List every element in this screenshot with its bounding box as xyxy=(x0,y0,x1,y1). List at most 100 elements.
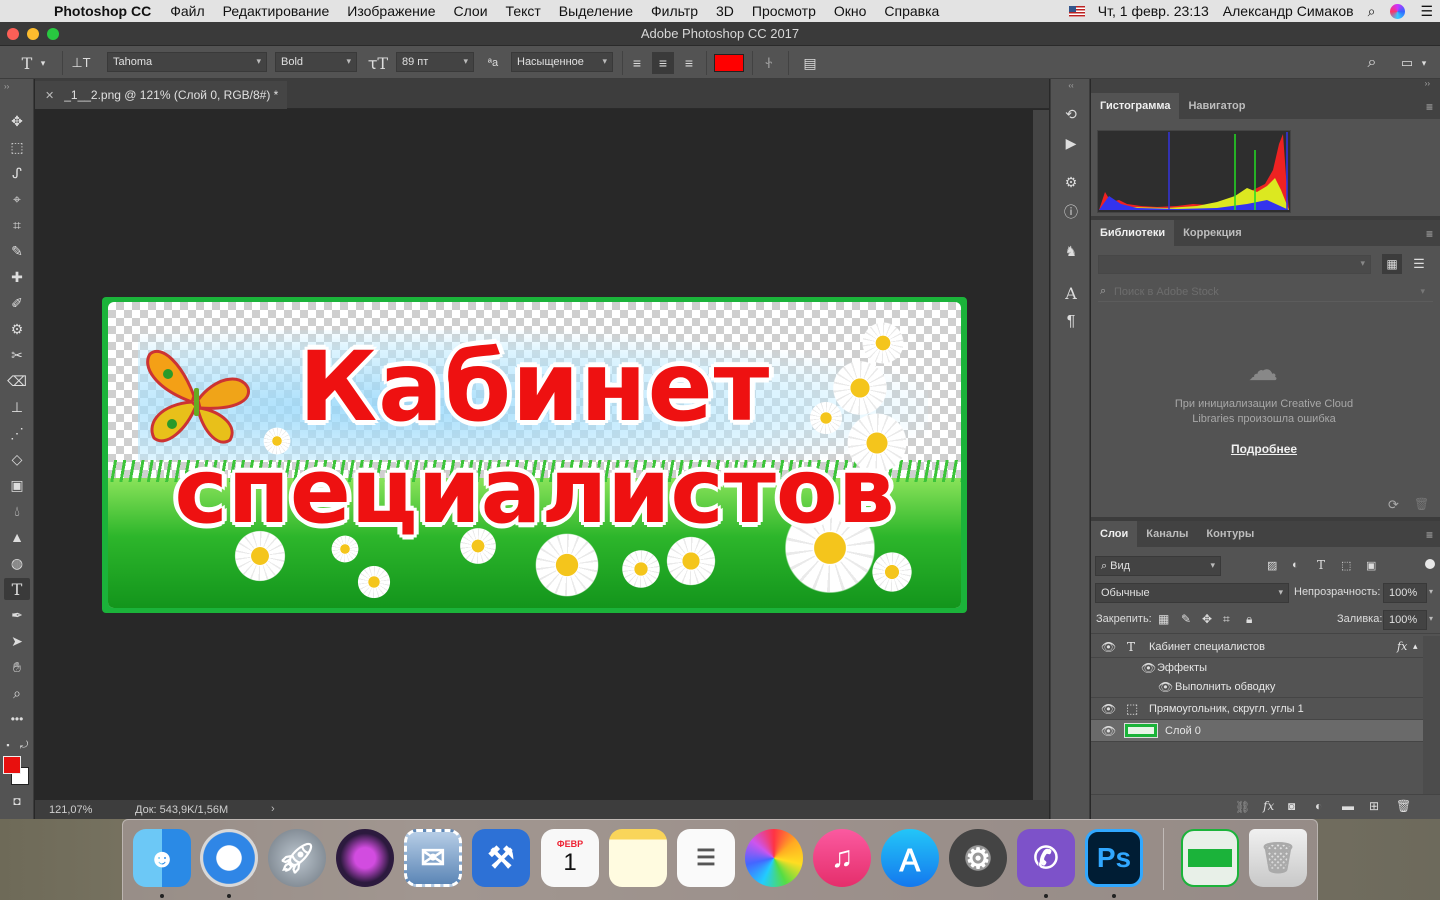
lock-all-icon[interactable]: 🔒︎ xyxy=(1246,612,1252,627)
layer-name[interactable]: Прямоугольник, скругл. углы 1 xyxy=(1149,703,1304,715)
menu-help[interactable]: Справка xyxy=(875,3,948,19)
minimize-window-button[interactable] xyxy=(27,28,39,40)
hand-tool-icon[interactable]: ✋︎ xyxy=(4,656,30,678)
layer-row-shape[interactable]: 👁︎ ⬚ Прямоугольник, скругл. углы 1 xyxy=(1091,698,1423,720)
smart-object-filter-icon[interactable]: ▣ xyxy=(1366,559,1376,572)
path-select-tool-icon[interactable]: ➤ xyxy=(4,630,30,652)
sponge-tool-icon[interactable]: ◍ xyxy=(4,552,30,574)
zoom-tool-icon[interactable]: ⌕ xyxy=(4,682,30,704)
collapse-arrows-icon[interactable]: ›› xyxy=(4,81,30,91)
layer-name[interactable]: Слой 0 xyxy=(1165,725,1201,737)
document-info[interactable]: Док: 543,9K/1,56M xyxy=(135,804,228,816)
visibility-eye-icon[interactable]: 👁︎ xyxy=(1141,661,1156,675)
calendar-icon[interactable]: ФЕВР 1 xyxy=(541,829,599,887)
launchpad-icon[interactable]: 🚀︎ xyxy=(268,829,326,887)
align-left-icon[interactable]: ≡ xyxy=(626,52,648,74)
lock-artboard-icon[interactable]: ⌗ xyxy=(1223,612,1230,627)
clone-source-panel-icon[interactable]: ♞ xyxy=(1060,240,1082,262)
zoom-window-button[interactable] xyxy=(47,28,59,40)
siri-icon[interactable] xyxy=(1390,3,1406,19)
antialias-select[interactable]: Насыщенное ▾ xyxy=(511,52,613,72)
add-style-icon[interactable]: fx xyxy=(1263,799,1274,813)
character-panel-icon[interactable]: A xyxy=(1060,282,1082,304)
visibility-eye-icon[interactable]: 👁︎ xyxy=(1158,680,1173,694)
eraser-icon[interactable]: ◇ xyxy=(4,448,30,470)
type-tool-preset-icon[interactable]: T xyxy=(16,52,38,74)
add-mask-icon[interactable]: ◙ xyxy=(1288,799,1295,813)
layers-scrollbar[interactable] xyxy=(1423,636,1440,796)
link-layers-icon[interactable]: ⛓︎ xyxy=(1235,800,1250,814)
panel-menu-icon[interactable]: ≡ xyxy=(1426,100,1433,114)
adjustment-layer-icon[interactable]: ◐ xyxy=(1315,799,1322,813)
layer-row-text[interactable]: 👁︎ T Кабинет специалистов fx ▴ xyxy=(1091,636,1423,658)
art-history-brush-icon[interactable]: ⋰ xyxy=(4,422,30,444)
chevron-down-icon[interactable]: ▾ xyxy=(1429,587,1433,596)
collapse-arrows-icon[interactable]: ›› xyxy=(1425,79,1430,88)
notification-center-icon[interactable]: ☰ xyxy=(1413,3,1440,20)
new-group-icon[interactable]: ▬ xyxy=(1342,799,1354,813)
tab-histogram[interactable]: Гистограмма xyxy=(1091,93,1180,119)
menu-window[interactable]: Окно xyxy=(825,3,876,19)
layer-name[interactable]: Кабинет специалистов xyxy=(1149,641,1265,653)
opacity-input[interactable]: 100% xyxy=(1383,583,1427,603)
menu-3d[interactable]: 3D xyxy=(707,3,743,19)
info-panel-icon[interactable]: ⓘ xyxy=(1060,201,1082,223)
default-colors-icon[interactable]: ▪ xyxy=(2,734,14,756)
sharpen-tool-icon[interactable]: ▲ xyxy=(4,526,30,548)
text-color-swatch[interactable] xyxy=(714,54,744,72)
delete-layer-icon[interactable]: 🗑︎ xyxy=(1396,799,1411,813)
input-source-flag-icon[interactable] xyxy=(1068,5,1085,17)
align-center-icon[interactable]: ≡ xyxy=(652,52,674,74)
app-menu[interactable]: Photoshop CC xyxy=(42,3,161,19)
menu-image[interactable]: Изображение xyxy=(338,3,444,19)
lasso-tool-icon[interactable]: ᔑ xyxy=(4,162,30,184)
properties-panel-icon[interactable]: ⚙ xyxy=(1060,171,1082,193)
move-tool-icon[interactable]: ✥ xyxy=(4,110,30,132)
siri-icon[interactable] xyxy=(336,829,394,887)
character-panel-icon[interactable]: ▤ xyxy=(799,52,821,74)
zoom-level[interactable]: 121,07% xyxy=(49,804,92,816)
tab-layers[interactable]: Слои xyxy=(1091,521,1138,547)
fill-input[interactable]: 100% xyxy=(1383,610,1427,630)
more-tools-icon[interactable]: ••• xyxy=(4,708,30,730)
lock-position-icon[interactable]: ✥ xyxy=(1202,612,1212,626)
collapse-arrows-icon[interactable]: ‹‹ xyxy=(1060,79,1082,91)
tab-libraries[interactable]: Библиотеки xyxy=(1091,220,1175,246)
chevron-down-icon[interactable]: ▾ xyxy=(1429,614,1433,623)
library-select[interactable]: ▾ xyxy=(1098,255,1371,274)
document-artwork[interactable]: Кабинет специалистов xyxy=(102,297,967,613)
tab-navigator[interactable]: Навигатор xyxy=(1179,93,1254,119)
lock-transparency-icon[interactable]: ▦ xyxy=(1158,612,1169,626)
align-right-icon[interactable]: ≡ xyxy=(678,52,700,74)
menu-text[interactable]: Текст xyxy=(497,3,550,19)
new-layer-icon[interactable]: ⊞ xyxy=(1369,799,1379,813)
sync-icon[interactable]: ⟳ xyxy=(1388,497,1399,513)
tab-paths[interactable]: Контуры xyxy=(1197,521,1263,547)
workspace-icon[interactable]: ▭ xyxy=(1396,52,1418,74)
fx-icon[interactable]: fx xyxy=(1397,640,1407,653)
reminders-icon[interactable]: ☰ xyxy=(677,829,735,887)
text-orientation-icon[interactable]: ⊥T xyxy=(70,52,92,74)
chevron-down-icon[interactable]: ▾ xyxy=(1420,286,1425,297)
eraser-tool-icon[interactable]: ⌫ xyxy=(4,370,30,392)
system-preferences-icon[interactable]: ⚙ xyxy=(949,829,1007,887)
pixel-filter-icon[interactable]: ▨ xyxy=(1267,559,1277,572)
menubar-clock[interactable]: Чт, 1 февр. 23:13 xyxy=(1091,3,1216,19)
close-tab-icon[interactable]: ✕ xyxy=(45,89,54,102)
viber-icon[interactable]: ✆ xyxy=(1017,829,1075,887)
layer-filter-select[interactable]: ⌕ Вид ▾ xyxy=(1095,556,1221,576)
photoshop-icon[interactable]: Ps xyxy=(1085,829,1143,887)
clone-stamp-tool-icon[interactable]: ⚙ xyxy=(4,318,30,340)
more-info-link[interactable]: Подробнее xyxy=(1091,442,1437,456)
tab-adjustments[interactable]: Коррекция xyxy=(1174,220,1250,246)
menu-edit[interactable]: Редактирование xyxy=(214,3,339,19)
menu-select[interactable]: Выделение xyxy=(550,3,642,19)
pen-tool-icon[interactable]: ✒ xyxy=(4,604,30,626)
stock-search-input[interactable]: ⌕ Поиск в Adobe Stock ▾ xyxy=(1098,284,1433,302)
panel-menu-icon[interactable]: ≡ xyxy=(1426,227,1433,241)
chevron-down-icon[interactable]: ▾ xyxy=(38,52,48,74)
panel-menu-icon[interactable]: ≡ xyxy=(1426,528,1433,542)
menu-layers[interactable]: Слои xyxy=(445,3,497,19)
foreground-color-swatch[interactable] xyxy=(3,756,21,774)
photos-icon[interactable] xyxy=(745,829,803,887)
